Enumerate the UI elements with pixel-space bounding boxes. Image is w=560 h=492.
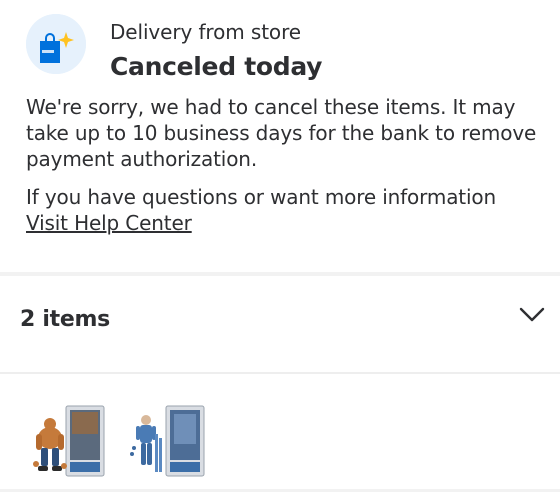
chevron-down-icon[interactable] bbox=[519, 306, 545, 324]
delivery-bag-icon bbox=[26, 14, 86, 74]
action-figure-blue-product-icon bbox=[130, 405, 205, 477]
items-count-label: 2 items bbox=[20, 307, 110, 332]
action-figure-orange-product-icon bbox=[33, 405, 105, 477]
order-status-card: Delivery from store Canceled today We're… bbox=[0, 0, 560, 272]
product-thumbnail-2[interactable] bbox=[128, 404, 208, 480]
help-prompt: If you have questions or want more infor… bbox=[26, 185, 497, 209]
item-thumbnails bbox=[0, 374, 560, 492]
visit-help-center-link[interactable]: Visit Help Center bbox=[26, 210, 192, 236]
fulfillment-type: Delivery from store bbox=[110, 20, 301, 44]
cancellation-message: We're sorry, we had to cancel these item… bbox=[26, 95, 537, 171]
order-status-heading: Canceled today bbox=[110, 52, 323, 81]
product-thumbnail-1[interactable] bbox=[28, 404, 108, 480]
items-accordion-header[interactable]: 2 items bbox=[0, 276, 560, 372]
